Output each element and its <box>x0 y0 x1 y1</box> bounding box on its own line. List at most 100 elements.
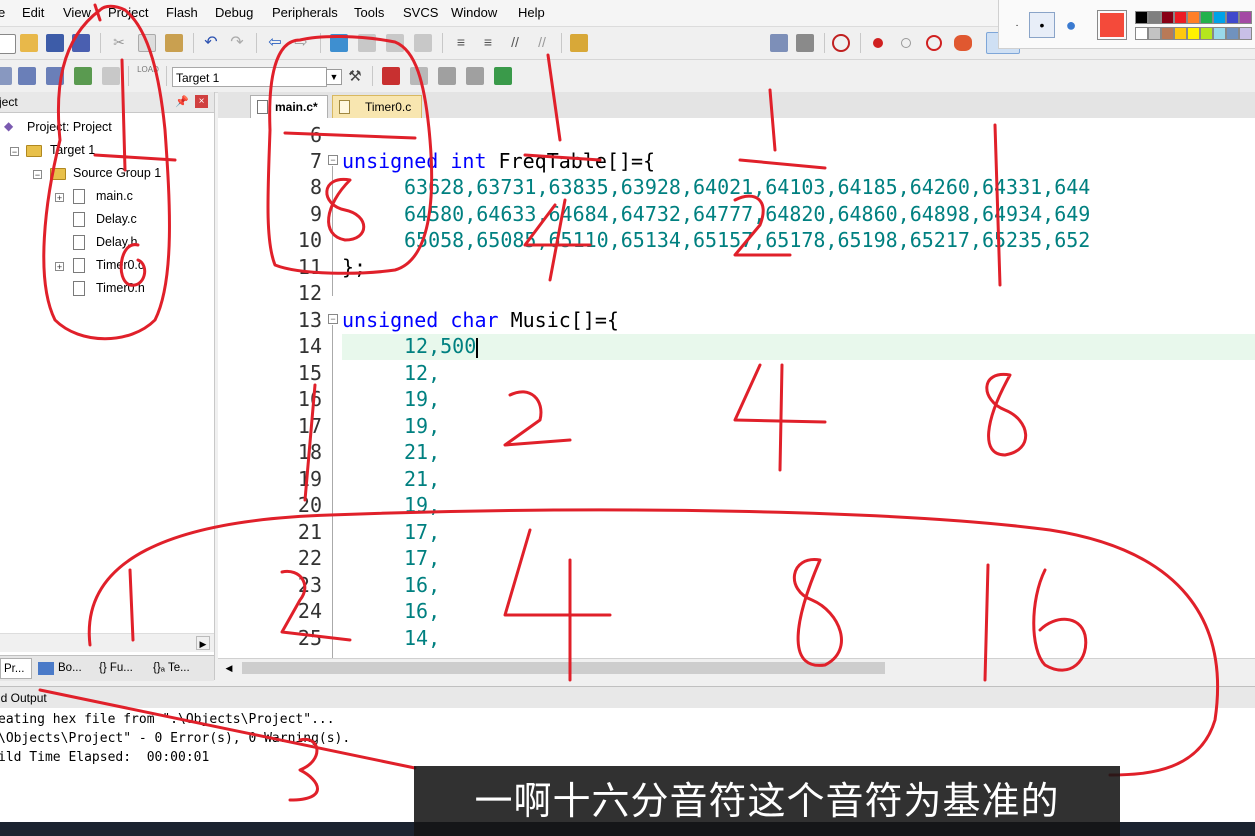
menu-window[interactable]: Window <box>451 5 497 20</box>
color-swatch[interactable] <box>1200 11 1213 24</box>
pen-size-large-icon[interactable]: ● <box>1059 14 1083 38</box>
menu-tools[interactable]: Tools <box>354 5 384 20</box>
rebuild-icon[interactable] <box>46 67 64 85</box>
incremental-find-icon[interactable] <box>796 34 814 52</box>
close-icon[interactable]: × <box>195 95 208 108</box>
tab-books[interactable]: Bo... <box>36 658 92 679</box>
color-swatch[interactable] <box>1148 27 1161 40</box>
editor-hscroll-thumb[interactable] <box>242 662 885 674</box>
pin-icon[interactable]: 📌 <box>175 92 189 112</box>
target-dropdown-arrow[interactable]: ▼ <box>326 69 342 85</box>
pen-size-small-icon[interactable]: · <box>1005 14 1029 38</box>
color-swatch[interactable] <box>1174 27 1187 40</box>
code-editor[interactable]: 6 7 8 9 10 11 12 13 14 15 16 17 18 19 20 21 22 23 24 25 − −… <box>218 118 1255 658</box>
editor-hscrollbar[interactable]: ◀ <box>218 658 1255 677</box>
save-all-icon[interactable] <box>72 34 90 52</box>
next-bookmark-icon[interactable] <box>386 34 404 52</box>
undo-icon[interactable]: ↶ <box>202 34 220 52</box>
menu-debug[interactable]: Debug <box>215 5 253 20</box>
debug-session-icon[interactable] <box>832 34 850 52</box>
tab-templates[interactable]: {}ₐ Te... <box>150 658 210 679</box>
insert-breakpoint-icon[interactable] <box>873 38 883 48</box>
expand-timer0-icon[interactable]: + <box>55 262 64 272</box>
target-select[interactable]: Target 1 <box>172 67 327 87</box>
fold-music-icon[interactable]: − <box>328 314 338 324</box>
project-hscrollbar[interactable]: ▶ <box>0 633 214 652</box>
menu-svcs[interactable]: SVCS <box>403 5 438 20</box>
collapse-target-icon[interactable]: − <box>10 147 19 157</box>
manage-components-icon[interactable] <box>382 67 400 85</box>
comment-icon[interactable]: // <box>506 34 524 52</box>
color-swatch[interactable] <box>1239 11 1252 24</box>
tab-timer0-c[interactable]: Timer0.c <box>332 95 422 118</box>
color-swatch[interactable] <box>1239 27 1252 40</box>
tab-functions[interactable]: {} Fu... <box>96 658 146 679</box>
menu-project[interactable]: Project <box>108 5 148 20</box>
scroll-right-icon[interactable]: ▶ <box>196 636 210 650</box>
pen-size-medium-icon[interactable]: • <box>1029 12 1055 38</box>
tab-project[interactable]: Pr... <box>0 658 32 679</box>
color-swatch[interactable] <box>1226 11 1239 24</box>
tree-file-delay-h[interactable]: Delay.h <box>96 235 137 249</box>
menu-peripherals[interactable]: Peripherals <box>272 5 338 20</box>
color-swatch[interactable] <box>1135 11 1148 24</box>
translate-icon[interactable] <box>0 67 12 85</box>
color-swatch[interactable] <box>1226 27 1239 40</box>
menu-view[interactable]: View <box>63 5 91 20</box>
prev-bookmark-icon[interactable] <box>358 34 376 52</box>
color-swatch[interactable] <box>1135 27 1148 40</box>
menu-flash[interactable]: Flash <box>166 5 198 20</box>
color-swatch[interactable] <box>1187 11 1200 24</box>
tree-target[interactable]: Target 1 <box>50 143 95 157</box>
navigate-forward-icon[interactable]: ⇨ <box>292 34 310 52</box>
color-swatch[interactable] <box>1161 11 1174 24</box>
menu-edit[interactable]: Edit <box>22 5 44 20</box>
tree-file-main[interactable]: main.c <box>96 189 133 203</box>
uncomment-icon[interactable]: // <box>533 34 551 52</box>
copy-icon[interactable] <box>138 34 156 52</box>
paste-icon[interactable] <box>165 34 183 52</box>
color-swatch[interactable] <box>1174 11 1187 24</box>
redo-icon[interactable]: ↷ <box>228 34 246 52</box>
disable-breakpoints-icon[interactable] <box>926 35 942 51</box>
fold-freqtable-icon[interactable]: − <box>328 155 338 165</box>
tree-file-timer0-h[interactable]: Timer0.h <box>96 281 145 295</box>
find-icon[interactable] <box>770 34 788 52</box>
load-icon[interactable]: LOAD <box>136 65 160 87</box>
color-swatch[interactable] <box>1187 27 1200 40</box>
target-options-icon[interactable]: ⚒ <box>346 67 364 85</box>
color-swatch[interactable] <box>1148 11 1161 24</box>
build-icon[interactable] <box>18 67 36 85</box>
enable-breakpoint-icon[interactable] <box>901 38 911 48</box>
indent-icon[interactable]: ≡ <box>452 34 470 52</box>
find-in-files-icon[interactable] <box>570 34 588 52</box>
tree-file-delay-c[interactable]: Delay.c <box>96 212 137 226</box>
open-folder-icon[interactable] <box>20 34 38 52</box>
color-swatch[interactable] <box>1213 11 1226 24</box>
color-swatch[interactable] <box>1161 27 1174 40</box>
clear-bookmarks-icon[interactable] <box>414 34 432 52</box>
event-recorder-icon[interactable] <box>494 67 512 85</box>
save-icon[interactable] <box>46 34 64 52</box>
unindent-icon[interactable]: ≡ <box>479 34 497 52</box>
tree-project[interactable]: Project: Project <box>27 120 112 134</box>
new-file-icon[interactable] <box>0 34 16 54</box>
cut-icon[interactable]: ✂ <box>110 34 128 52</box>
select-packs-icon[interactable] <box>410 67 428 85</box>
scroll-left-icon[interactable]: ◀ <box>222 661 236 675</box>
stop-build-icon[interactable] <box>102 67 120 85</box>
expand-main-icon[interactable]: + <box>55 193 64 203</box>
tree-file-timer0-c[interactable]: Timer0.c <box>96 258 144 272</box>
color-swatch[interactable] <box>1200 27 1213 40</box>
navigate-back-icon[interactable]: ⇦ <box>266 34 284 52</box>
color-swatch[interactable] <box>1213 27 1226 40</box>
tree-source-group[interactable]: Source Group 1 <box>73 166 161 180</box>
selected-color-swatch[interactable] <box>1097 10 1127 40</box>
menu-file[interactable]: e <box>0 5 5 20</box>
batch-build-icon[interactable] <box>74 67 92 85</box>
menu-help[interactable]: Help <box>518 5 545 20</box>
collapse-group-icon[interactable]: − <box>33 170 42 180</box>
kill-breakpoints-icon[interactable] <box>954 35 972 51</box>
bookmark-icon[interactable] <box>330 34 348 52</box>
tab-main-c[interactable]: main.c* <box>250 95 328 118</box>
